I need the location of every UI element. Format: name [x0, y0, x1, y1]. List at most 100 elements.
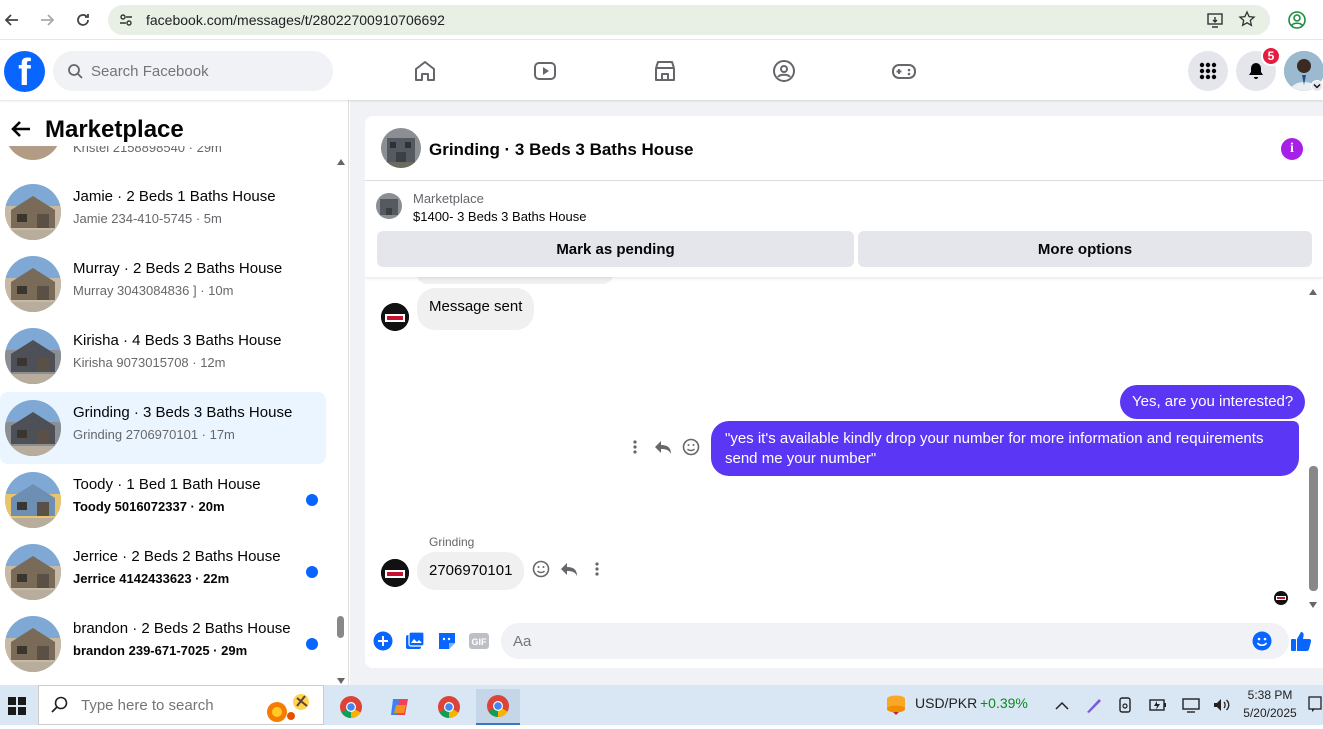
unread-dot	[306, 566, 318, 578]
video-icon[interactable]	[531, 57, 559, 85]
scroll-down-arrow-icon[interactable]	[337, 671, 345, 684]
plus-circle-icon[interactable]	[372, 630, 394, 652]
marketplace-icon[interactable]	[651, 57, 679, 85]
conversation-item[interactable]: Kirisha · 4 Beds 3 Baths House Kirisha 90…	[0, 320, 326, 392]
seen-avatar	[1274, 591, 1288, 605]
photo-icon[interactable]	[404, 630, 426, 652]
unread-dot	[306, 494, 318, 506]
sidebar-scrollbar-thumb[interactable]	[337, 616, 344, 638]
listing-bar: Marketplace $1400- 3 Beds 3 Baths House …	[365, 181, 1323, 277]
list-item-partial[interactable]: Kristel 2158898540 · 29m	[0, 146, 326, 160]
search-highlight-icon	[257, 690, 321, 729]
ticker-change[interactable]: +0.39%	[980, 695, 1028, 711]
chrome-active-icon[interactable]	[476, 689, 520, 725]
gaming-icon[interactable]	[890, 57, 918, 85]
more-actions-icon[interactable]	[624, 436, 646, 458]
sender-name: Grinding	[429, 535, 475, 549]
bookmark-star-icon[interactable]	[1238, 10, 1256, 33]
currency-widget-icon[interactable]	[884, 693, 908, 722]
message-input[interactable]	[501, 623, 1289, 659]
chrome-profile-icon[interactable]	[427, 689, 471, 725]
volume-icon[interactable]	[1212, 697, 1232, 718]
message-bubble-incoming[interactable]: 2706970101	[417, 552, 525, 590]
unread-dot	[306, 638, 318, 650]
forward-arrow-icon[interactable]	[35, 8, 59, 32]
scroll-up-arrow-icon[interactable]	[337, 152, 345, 165]
gif-icon[interactable]: GIF	[468, 630, 490, 652]
conversation-subtitle: Murray 3043084836 ] · 10m	[73, 283, 234, 298]
react-emoji-icon[interactable]	[680, 436, 702, 458]
message-bubble-incoming[interactable]: Message sent	[417, 288, 535, 330]
listing-thumbnail	[5, 146, 61, 160]
copilot-icon[interactable]	[378, 689, 422, 725]
listing-description[interactable]: $1400- 3 Beds 3 Baths House	[413, 209, 586, 224]
clock-time[interactable]: 5:38 PM	[1245, 688, 1295, 702]
chrome-icon[interactable]	[329, 689, 373, 725]
sender-avatar[interactable]	[381, 303, 409, 331]
listing-label: Marketplace	[413, 191, 484, 206]
list-item-sub: Kristel 2158898540 · 29m	[73, 146, 222, 155]
search-input[interactable]	[91, 62, 311, 80]
scroll-up-arrow-icon[interactable]	[1309, 282, 1317, 295]
chat-scrollbar-thumb[interactable]	[1309, 466, 1318, 591]
taskbar-search-input[interactable]	[81, 696, 261, 714]
conversation-item[interactable]: Toody · 1 Bed 1 Bath House Toody 50160723…	[0, 464, 326, 536]
battery-icon[interactable]	[1148, 697, 1168, 718]
back-arrow-icon[interactable]	[10, 118, 32, 145]
reload-icon[interactable]	[71, 8, 95, 32]
react-emoji-icon[interactable]	[530, 558, 552, 580]
menu-grid-icon[interactable]	[1188, 51, 1228, 91]
taskbar-search-box[interactable]	[38, 685, 324, 725]
message-bubble-outgoing[interactable]: Yes, are you interested?	[1120, 385, 1306, 419]
more-options-button[interactable]: More options	[858, 231, 1312, 267]
site-info-icon[interactable]	[118, 12, 134, 33]
conversation-item[interactable]: Jamie · 2 Beds 1 Baths House Jamie 234-41…	[0, 176, 326, 248]
sender-avatar[interactable]	[381, 559, 409, 587]
more-actions-icon[interactable]	[586, 558, 608, 580]
scroll-down-arrow-icon[interactable]	[1309, 595, 1317, 608]
address-bar[interactable]: facebook.com/messages/t/2802270091070669…	[108, 5, 1270, 35]
listing-thumbnail	[5, 328, 61, 384]
pen-icon[interactable]	[1085, 696, 1103, 719]
mark-as-pending-button[interactable]: Mark as pending	[377, 231, 854, 267]
listing-thumbnail	[5, 184, 61, 240]
home-icon[interactable]	[411, 57, 439, 85]
network-icon[interactable]	[1181, 697, 1201, 718]
chevron-up-icon[interactable]	[1055, 698, 1069, 716]
info-icon[interactable]: i	[1281, 138, 1303, 160]
ticker-symbol[interactable]: USD/PKR	[915, 695, 977, 711]
message-bubble-outgoing[interactable]: "yes it's available kindly drop your num…	[711, 421, 1299, 476]
groups-icon[interactable]	[770, 57, 798, 85]
conversation-subtitle: Jamie 234-410-5745 · 5m	[73, 211, 222, 226]
thumbs-up-icon[interactable]	[1290, 630, 1312, 652]
chat-panel: Grinding · 3 Beds 3 Baths House i Market…	[365, 116, 1323, 668]
chat-avatar[interactable]	[381, 128, 421, 168]
conversation-sidebar: Marketplace Kristel 2158898540 · 29m Jam…	[0, 100, 349, 685]
listing-thumbnail	[5, 544, 61, 600]
conversation-item[interactable]: brandon · 2 Beds 2 Baths House brandon 23…	[0, 608, 326, 680]
reply-icon[interactable]	[652, 436, 674, 458]
profile-icon[interactable]	[1285, 8, 1309, 32]
install-app-icon[interactable]	[1206, 11, 1224, 34]
sticker-icon[interactable]	[436, 630, 458, 652]
listing-thumbnail	[5, 256, 61, 312]
notification-center-icon[interactable]	[1308, 695, 1322, 718]
reply-icon[interactable]	[558, 558, 580, 580]
browser-toolbar: facebook.com/messages/t/2802270091070669…	[0, 0, 1323, 40]
windows-start-icon[interactable]	[8, 697, 26, 720]
conversation-title: Toody · 1 Bed 1 Bath House	[73, 476, 261, 493]
emoji-icon[interactable]	[1251, 630, 1273, 652]
meet-now-icon[interactable]	[1117, 696, 1135, 719]
facebook-logo-icon[interactable]: f	[4, 51, 45, 92]
listing-thumbnail[interactable]	[376, 193, 402, 219]
conversation-subtitle: brandon 239-671-7025 · 29m	[73, 643, 248, 658]
account-chevron-down-icon[interactable]	[1311, 80, 1323, 92]
conversation-item[interactable]: Grinding · 3 Beds 3 Baths House Grinding …	[0, 392, 326, 464]
search-box[interactable]	[53, 51, 333, 91]
conversation-title: Kirisha · 4 Beds 3 Baths House	[73, 332, 282, 349]
conversation-item[interactable]: Jerrice · 2 Beds 2 Baths House Jerrice 41…	[0, 536, 326, 608]
back-arrow-icon[interactable]	[0, 8, 24, 32]
chat-title[interactable]: Grinding · 3 Beds 3 Baths House	[429, 140, 694, 160]
clock-date[interactable]: 5/20/2025	[1243, 706, 1297, 720]
conversation-item[interactable]: Murray · 2 Beds 2 Baths House Murray 3043…	[0, 248, 326, 320]
